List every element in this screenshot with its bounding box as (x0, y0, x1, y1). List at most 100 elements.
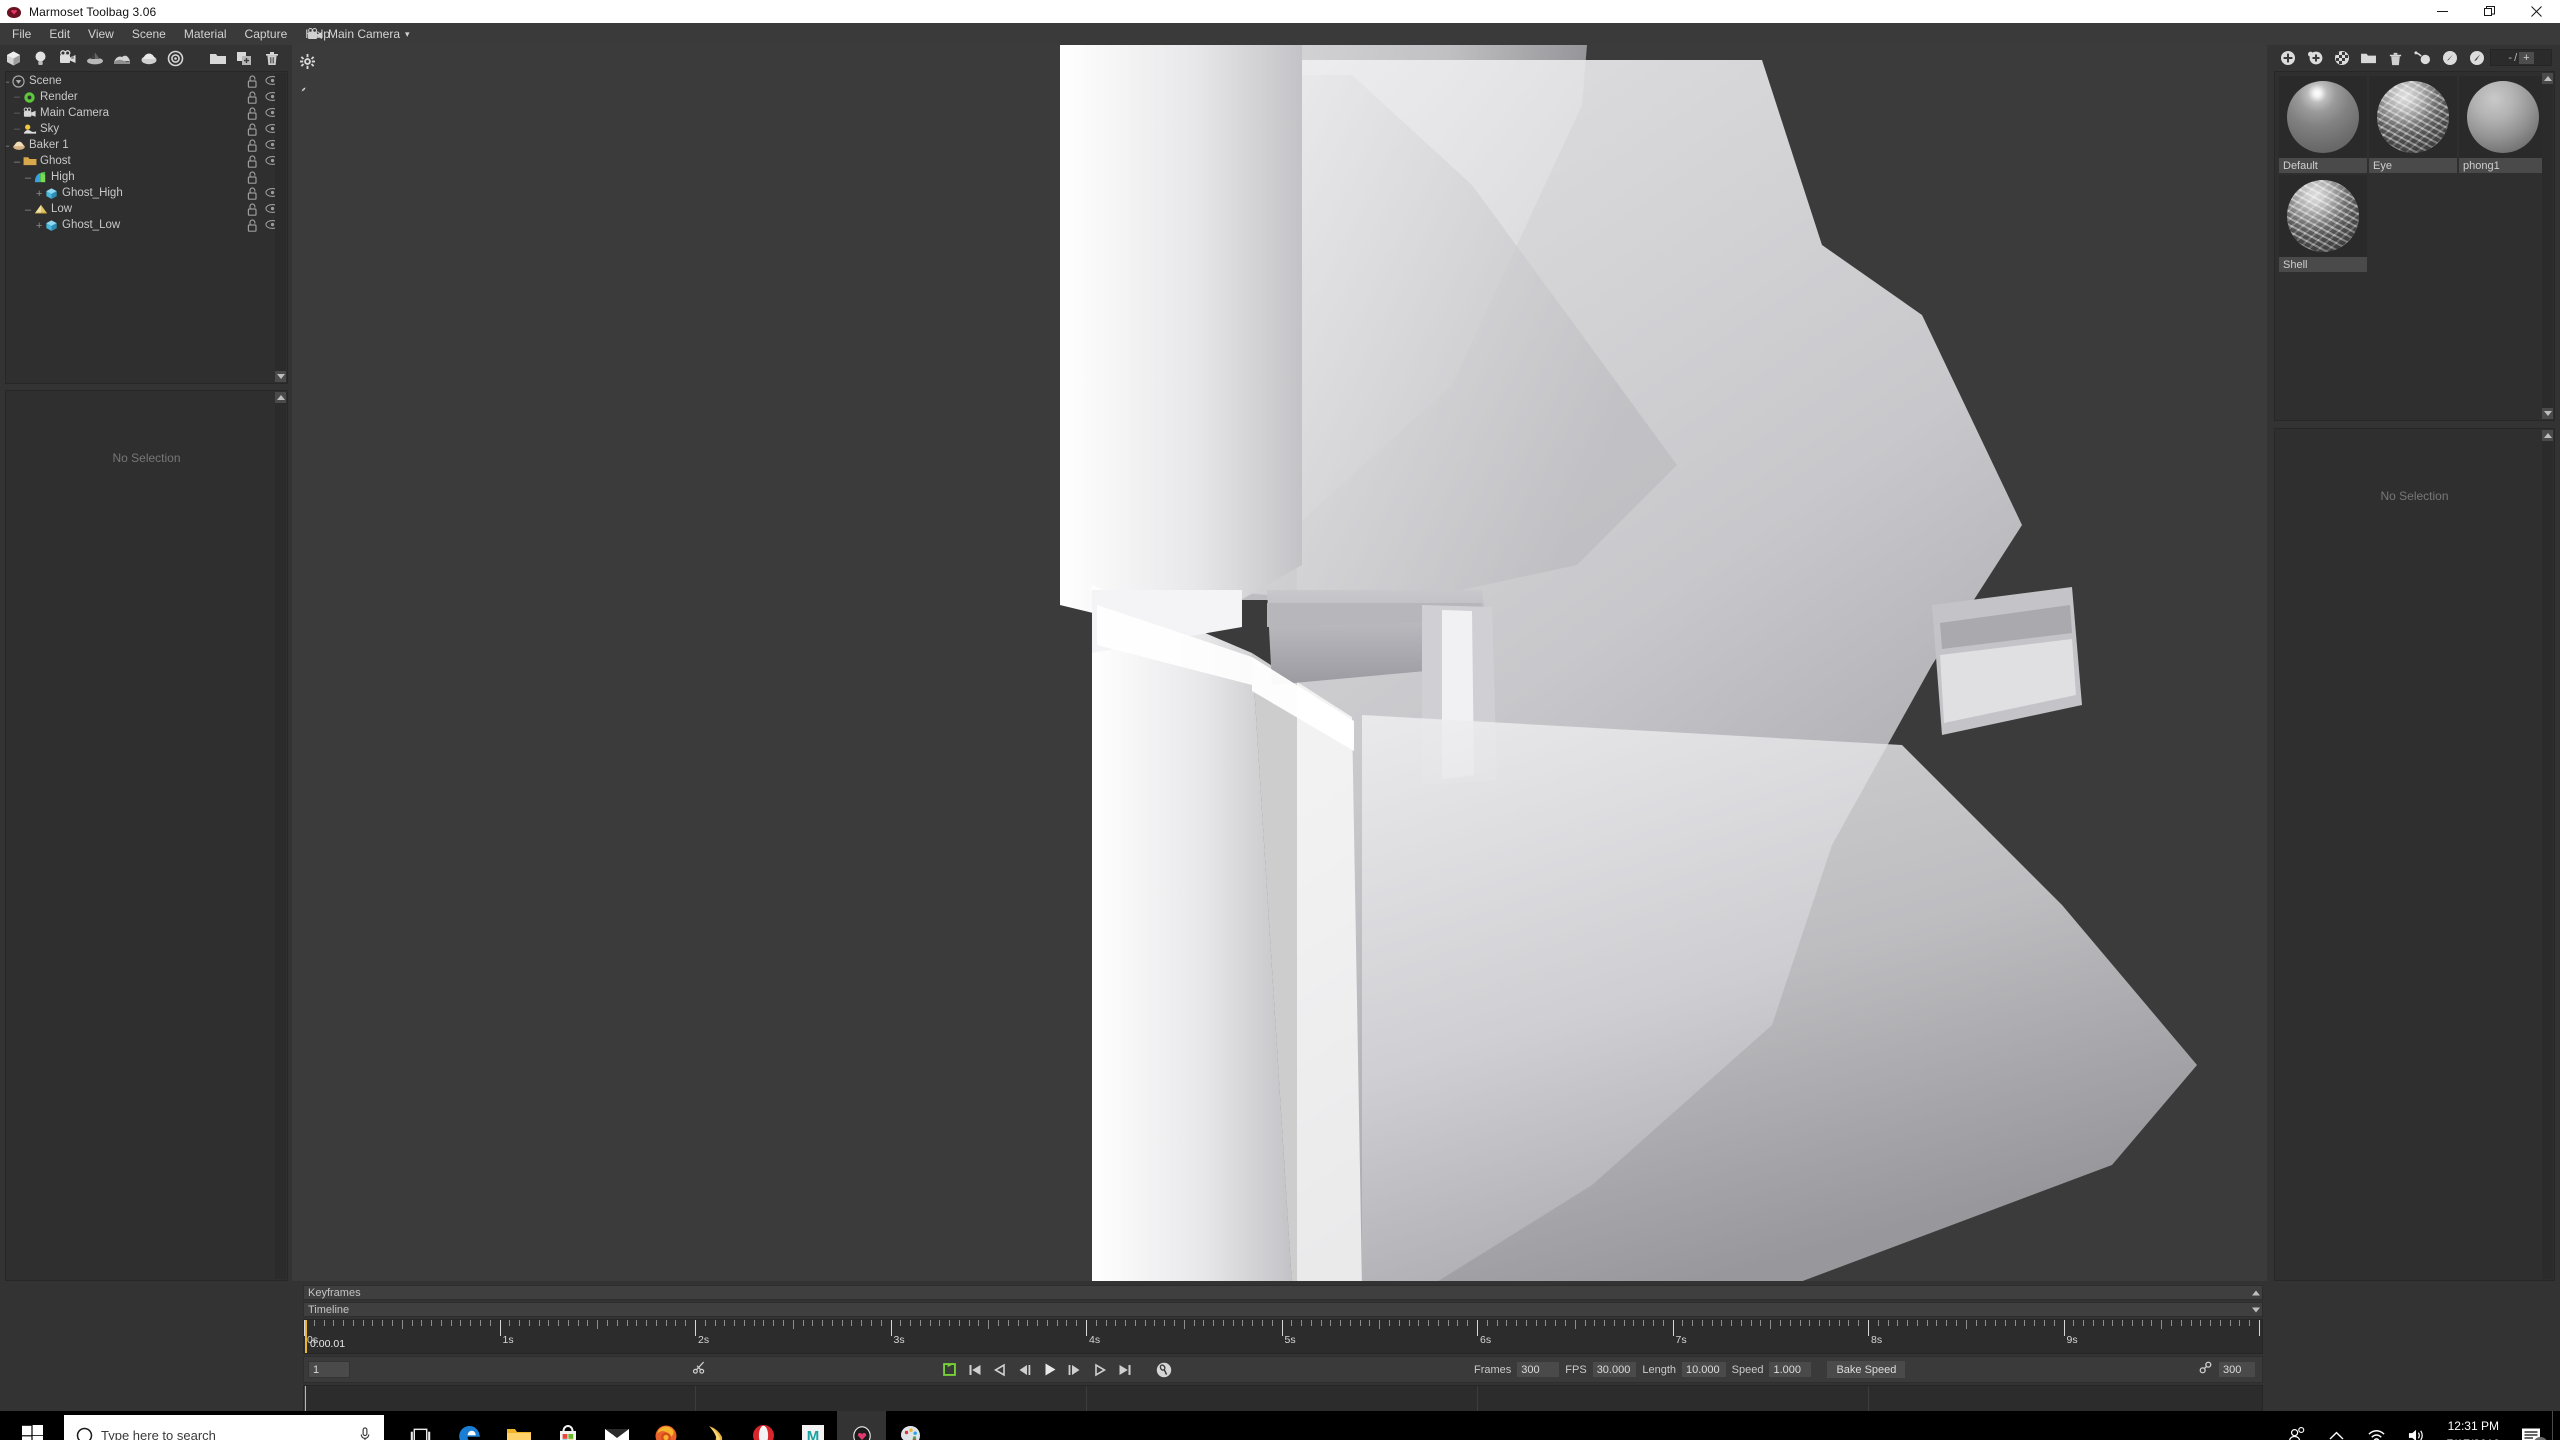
prev-keyframe-button[interactable] (991, 1361, 1008, 1379)
delete-button[interactable] (258, 46, 285, 70)
outliner-row-render[interactable]: – Render (6, 90, 287, 106)
maximize-button[interactable] (2466, 0, 2513, 23)
close-button[interactable] (2513, 0, 2560, 23)
painter-button[interactable] (886, 1411, 935, 1440)
add-camera-button[interactable] (54, 46, 81, 70)
lock-toggle-icon[interactable] (247, 187, 261, 201)
material-item[interactable]: Eye (2369, 76, 2457, 173)
add-baker-button[interactable] (135, 46, 162, 70)
lock-toggle-icon[interactable] (247, 75, 261, 89)
add-turntable-button[interactable] (81, 46, 108, 70)
lock-toggle-icon[interactable] (247, 203, 261, 217)
play-button[interactable] (1041, 1361, 1058, 1379)
step-forward-button[interactable] (1066, 1361, 1083, 1379)
add-mesh-button[interactable] (0, 46, 27, 70)
fps-field[interactable]: 30.000 (1591, 1361, 1638, 1378)
material-properties-scrollbar[interactable] (2542, 430, 2553, 1279)
open-folder-button[interactable] (204, 46, 231, 70)
outliner-row-ghost-high[interactable]: + Ghost_High (6, 186, 287, 202)
outliner-expander[interactable]: – (6, 141, 9, 152)
maya-button[interactable]: M (788, 1411, 837, 1440)
edit-material-button[interactable] (2436, 46, 2463, 70)
material-grid-scrollbar[interactable] (2542, 73, 2553, 419)
pick-material-button[interactable] (2463, 46, 2490, 70)
speed-field[interactable]: 1.000 (1768, 1361, 1813, 1378)
lock-toggle-icon[interactable] (247, 139, 261, 153)
duplicate-button[interactable] (231, 46, 258, 70)
scroll-up-icon[interactable] (2542, 73, 2553, 84)
file-explorer-button[interactable] (494, 1411, 543, 1440)
add-light-button[interactable] (27, 46, 54, 70)
outliner-expander[interactable]: – (25, 173, 31, 184)
speaker-icon[interactable] (2397, 1411, 2437, 1440)
material-thumbnail[interactable] (2459, 76, 2547, 158)
counter-plus[interactable]: + (2519, 51, 2534, 64)
jump-start-button[interactable] (966, 1361, 983, 1379)
counter-minus[interactable]: - (2508, 52, 2512, 64)
menu-capture[interactable]: Capture (236, 25, 297, 43)
keyframes-collapse-icon[interactable] (2252, 1290, 2260, 1295)
microphone-icon[interactable] (358, 1427, 372, 1440)
substance-button[interactable] (690, 1411, 739, 1440)
scroll-down-icon[interactable] (2542, 408, 2553, 419)
outliner-expander[interactable]: – (6, 77, 9, 88)
lock-toggle-icon[interactable] (247, 171, 261, 185)
windows-start-icon[interactable] (0, 1411, 64, 1440)
outliner-row-ghost[interactable]: – Ghost (6, 154, 287, 170)
assign-material-button[interactable] (2409, 46, 2436, 70)
outliner-expander[interactable]: + (36, 189, 42, 200)
timeline-header[interactable]: Timeline (303, 1302, 2263, 1317)
firefox-button[interactable] (641, 1411, 690, 1440)
outliner-expander[interactable]: – (25, 205, 31, 216)
show-hidden-icons-icon[interactable] (2317, 1411, 2357, 1440)
length-field[interactable]: 10.000 (1681, 1361, 1727, 1378)
duplicate-material-button[interactable] (2301, 46, 2328, 70)
show-desktop-button[interactable] (2552, 1411, 2560, 1440)
import-material-button[interactable] (2355, 46, 2382, 70)
jump-end-button[interactable] (1116, 1361, 1133, 1379)
action-center-icon[interactable]: 4 (2510, 1411, 2552, 1440)
outliner-scrollbar[interactable] (275, 73, 286, 382)
minimize-button[interactable] (2419, 0, 2466, 23)
outliner-expander[interactable]: – (14, 157, 20, 168)
outliner-row-ghost-low[interactable]: + Ghost_Low (6, 218, 287, 234)
frames-field[interactable]: 300 (1516, 1361, 1561, 1378)
menu-edit[interactable]: Edit (40, 25, 79, 43)
step-back-button[interactable] (1016, 1361, 1033, 1379)
properties-scrollbar[interactable] (275, 392, 286, 1279)
lock-toggle-icon[interactable] (247, 123, 261, 137)
add-sky-button[interactable] (108, 46, 135, 70)
material-item[interactable]: Default (2279, 76, 2367, 173)
link-icon[interactable] (2198, 1360, 2213, 1380)
scene-outliner[interactable]: –Scene–Render–Main Camera–Sky–Baker 1–Gh… (5, 71, 288, 384)
scroll-down-icon[interactable] (275, 371, 286, 382)
scroll-up-icon[interactable] (2542, 430, 2553, 441)
lock-toggle-icon[interactable] (247, 155, 261, 169)
settings-button[interactable] (296, 49, 318, 73)
lock-toggle-icon[interactable] (247, 91, 261, 105)
lock-toggle-icon[interactable] (247, 219, 261, 233)
set-key-button[interactable] (1155, 1361, 1172, 1379)
timeline-collapse-icon[interactable] (2252, 1307, 2260, 1312)
material-thumbnail[interactable] (2279, 76, 2367, 158)
outliner-row-high[interactable]: – High (6, 170, 287, 186)
loop-toggle-button[interactable] (941, 1361, 958, 1379)
search-input[interactable]: Type here to search (64, 1415, 384, 1440)
outliner-row-scene[interactable]: – Scene (6, 74, 287, 90)
material-item[interactable]: Shell (2279, 175, 2367, 272)
material-thumbnail[interactable] (2279, 175, 2367, 257)
material-counter[interactable]: - / + (2490, 49, 2552, 66)
bake-speed-button[interactable]: Bake Speed (1826, 1360, 1907, 1379)
material-item[interactable]: phong1 (2459, 76, 2547, 173)
microsoft-store-button[interactable] (543, 1411, 592, 1440)
current-frame-field[interactable]: 1 (308, 1361, 350, 1378)
viewport-3d[interactable] (292, 45, 2267, 1281)
taskbar-clock[interactable]: 12:31 PM 7/17/2019 (2437, 1411, 2510, 1440)
menu-view[interactable]: View (79, 25, 123, 43)
outliner-row-baker-1[interactable]: – Baker 1 (6, 138, 287, 154)
mail-button[interactable] (592, 1411, 641, 1440)
lock-toggle-icon[interactable] (247, 107, 261, 121)
outliner-row-low[interactable]: – Low (6, 202, 287, 218)
wifi-icon[interactable] (2357, 1411, 2397, 1440)
end-frame-field[interactable]: 300 (2218, 1361, 2256, 1378)
